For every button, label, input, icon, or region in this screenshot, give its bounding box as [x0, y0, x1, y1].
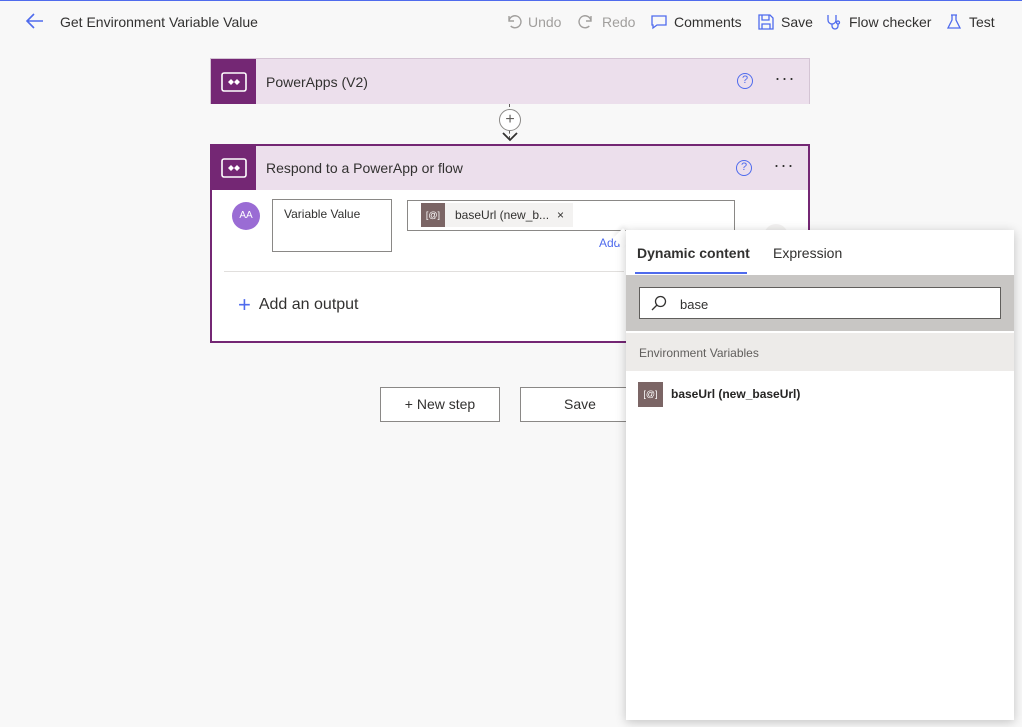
comments-button[interactable]: Comments — [650, 12, 742, 32]
trigger-card[interactable]: PowerApps (V2) ? ··· — [210, 58, 810, 104]
comment-icon — [651, 15, 667, 30]
undo-button[interactable]: Undo — [504, 12, 561, 32]
active-tab-indicator — [635, 272, 747, 274]
powerapps-icon — [211, 59, 256, 104]
dynamic-token[interactable]: [@] baseUrl (new_b... × — [421, 203, 573, 227]
output-value-field[interactable]: [@] baseUrl (new_b... × — [407, 200, 735, 231]
more-options-icon[interactable]: ··· — [773, 69, 797, 93]
flow-checker-button[interactable]: Flow checker — [825, 12, 931, 32]
trigger-card-title: PowerApps (V2) — [266, 73, 368, 90]
dynamic-content-flyout: Dynamic content Expression Environment V… — [626, 230, 1014, 720]
respond-card-title: Respond to a PowerApp or flow — [266, 160, 463, 176]
respond-card-header[interactable]: Respond to a PowerApp or flow ? ··· — [212, 146, 808, 190]
search-box[interactable] — [639, 287, 1001, 319]
undo-label: Undo — [528, 14, 562, 30]
save-label: Save — [781, 14, 813, 30]
redo-label: Redo — [602, 14, 636, 30]
text-type-avatar: AA — [232, 202, 260, 230]
add-output-label: Add an output — [258, 296, 359, 313]
token-label: baseUrl (new_b... — [455, 208, 550, 222]
help-icon[interactable]: ? — [736, 160, 752, 176]
connector-arrow-icon — [502, 132, 518, 142]
more-options-icon[interactable]: ··· — [772, 156, 796, 180]
plus-icon: + — [238, 292, 251, 317]
undo-icon — [508, 15, 522, 29]
redo-icon — [578, 15, 592, 29]
environment-variable-icon: [@] — [638, 381, 663, 407]
tab-expression[interactable]: Expression — [773, 245, 842, 261]
flow-checker-label: Flow checker — [849, 14, 932, 30]
output-name-field[interactable]: Variable Value — [272, 199, 392, 252]
save-icon — [758, 14, 774, 30]
tab-dynamic-content[interactable]: Dynamic content — [637, 245, 750, 261]
section-header-environment-variables: Environment Variables — [626, 333, 1014, 371]
result-label: baseUrl (new_baseUrl) — [671, 387, 801, 401]
test-label: Test — [969, 14, 995, 30]
save-button[interactable]: Save — [757, 12, 813, 32]
divider — [224, 271, 624, 272]
help-icon[interactable]: ? — [737, 73, 753, 89]
add-output-button[interactable]: + Add an output — [238, 292, 359, 317]
back-arrow-icon[interactable] — [24, 10, 46, 32]
search-icon — [651, 295, 667, 311]
flask-icon — [946, 14, 962, 29]
new-step-button[interactable]: + New step — [380, 387, 500, 422]
command-bar: Get Environment Variable Value Undo Redo… — [0, 1, 1022, 42]
powerapps-icon — [212, 146, 256, 190]
stethoscope-icon — [827, 15, 841, 30]
remove-token-icon[interactable]: × — [557, 208, 564, 222]
list-item[interactable]: [@] baseUrl (new_baseUrl) — [626, 378, 1014, 410]
environment-variable-icon: [@] — [421, 203, 445, 227]
redo-button[interactable]: Redo — [578, 12, 635, 32]
search-strip — [626, 275, 1014, 331]
save-flow-button[interactable]: Save — [520, 387, 640, 422]
trigger-card-header[interactable]: PowerApps (V2) ? ··· — [211, 59, 809, 104]
test-button[interactable]: Test — [945, 12, 995, 32]
insert-step-icon[interactable]: + — [499, 109, 521, 131]
comments-label: Comments — [674, 14, 742, 30]
flow-title: Get Environment Variable Value — [60, 14, 258, 30]
search-input[interactable] — [680, 294, 980, 314]
flyout-tabs: Dynamic content Expression — [626, 230, 1014, 274]
